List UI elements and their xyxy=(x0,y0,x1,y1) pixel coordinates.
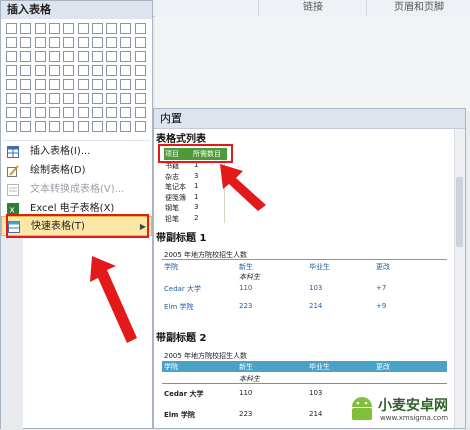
watermark-url: www.xmsigma.com xyxy=(380,414,449,422)
arrow-to-quick-table xyxy=(90,256,137,343)
android-logo-icon xyxy=(352,397,372,420)
watermark-text: 小麦安卓网 xyxy=(378,398,448,414)
arrow-to-matrix-list xyxy=(220,164,266,211)
watermark: 小麦安卓网 www.xmsigma.com xyxy=(348,391,466,427)
annotation-arrows xyxy=(90,164,266,343)
